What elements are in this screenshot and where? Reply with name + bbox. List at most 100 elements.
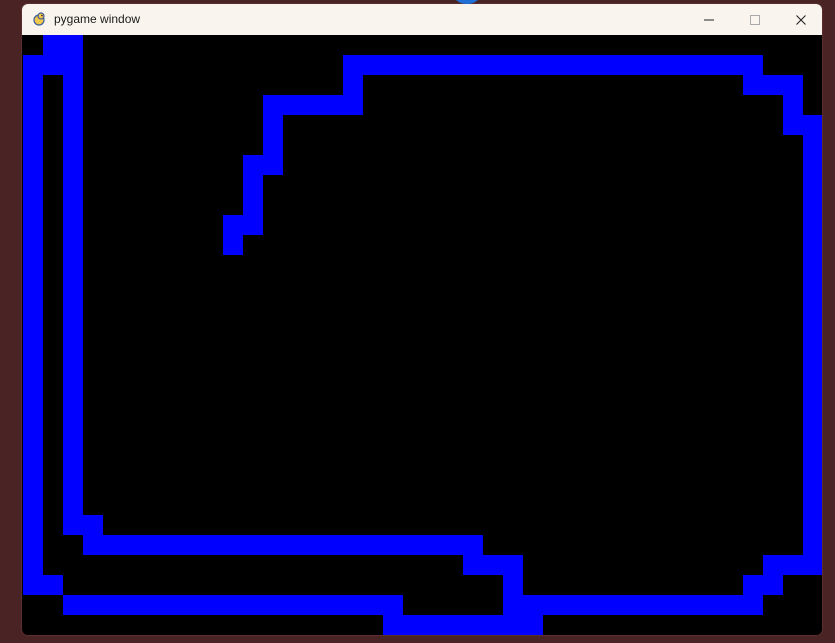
snake-segment (163, 535, 183, 555)
snake-segment (23, 255, 43, 275)
snake-segment (63, 175, 83, 195)
snake-segment (403, 535, 423, 555)
minimize-icon (704, 19, 714, 20)
snake-segment (23, 335, 43, 355)
snake-segment (803, 475, 822, 495)
game-canvas[interactable] (23, 35, 822, 635)
close-icon (796, 14, 806, 25)
snake-segment (283, 95, 303, 115)
snake-segment (723, 55, 743, 75)
snake-segment (223, 235, 243, 255)
snake-segment (723, 595, 743, 615)
pygame-window: pygame window (22, 4, 822, 635)
snake-segment (263, 115, 283, 135)
snake-segment (523, 55, 543, 75)
snake-segment (343, 55, 363, 75)
snake-segment (103, 595, 123, 615)
snake-segment (783, 555, 803, 575)
snake-segment (183, 595, 203, 615)
snake-segment (503, 555, 523, 575)
snake-segment (23, 475, 43, 495)
snake-segment (223, 215, 243, 235)
snake-segment (283, 535, 303, 555)
snake-segment (183, 535, 203, 555)
snake-segment (743, 575, 763, 595)
snake-segment (803, 295, 822, 315)
snake-segment (43, 55, 63, 75)
snake-segment (23, 95, 43, 115)
snake-segment (523, 615, 543, 635)
snake-segment (703, 55, 723, 75)
minimize-button[interactable] (686, 4, 732, 35)
snake-segment (803, 375, 822, 395)
snake-segment (163, 595, 183, 615)
snake-segment (23, 215, 43, 235)
snake-segment (23, 495, 43, 515)
snake-segment (803, 435, 822, 455)
snake-segment (583, 55, 603, 75)
snake-segment (803, 455, 822, 475)
snake-segment (603, 55, 623, 75)
snake-segment (23, 275, 43, 295)
snake-segment (603, 595, 623, 615)
snake-segment (783, 115, 803, 135)
snake-segment (43, 575, 63, 595)
snake-segment (803, 555, 822, 575)
snake-segment (23, 55, 43, 75)
snake-segment (423, 535, 443, 555)
snake-segment (303, 95, 323, 115)
snake-segment (563, 595, 583, 615)
snake-segment (343, 95, 363, 115)
snake-segment (363, 55, 383, 75)
snake-segment (803, 335, 822, 355)
snake-segment (263, 155, 283, 175)
close-button[interactable] (778, 4, 822, 35)
snake-segment (243, 535, 263, 555)
snake-segment (203, 595, 223, 615)
snake-segment (803, 255, 822, 275)
snake-segment (243, 215, 263, 235)
snake-segment (23, 315, 43, 335)
snake-segment (343, 75, 363, 95)
snake-segment (803, 315, 822, 335)
snake-segment (363, 535, 383, 555)
snake-segment (443, 615, 463, 635)
snake-segment (443, 535, 463, 555)
snake-segment (663, 55, 683, 75)
snake-segment (23, 515, 43, 535)
snake-segment (23, 415, 43, 435)
title-bar[interactable]: pygame window (22, 4, 822, 35)
snake-segment (23, 535, 43, 555)
snake-segment (63, 55, 83, 75)
snake-segment (63, 475, 83, 495)
snake-segment (683, 595, 703, 615)
snake-segment (63, 135, 83, 155)
snake-segment (23, 455, 43, 475)
snake-segment (783, 75, 803, 95)
snake-segment (23, 135, 43, 155)
snake-segment (803, 395, 822, 415)
snake-segment (63, 375, 83, 395)
snake-segment (683, 55, 703, 75)
snake-segment (803, 355, 822, 375)
snake-segment (643, 55, 663, 75)
snake-segment (423, 615, 443, 635)
snake-segment (63, 95, 83, 115)
snake-segment (323, 595, 343, 615)
snake-segment (763, 555, 783, 575)
snake-segment (203, 535, 223, 555)
snake-segment (543, 595, 563, 615)
snake-segment (443, 55, 463, 75)
snake-segment (383, 595, 403, 615)
snake-segment (343, 595, 363, 615)
snake-segment (63, 115, 83, 135)
snake-segment (63, 235, 83, 255)
snake-segment (23, 75, 43, 95)
snake-segment (23, 115, 43, 135)
maximize-icon (750, 14, 760, 25)
snake-segment (243, 155, 263, 175)
snake-segment (243, 595, 263, 615)
snake-segment (23, 155, 43, 175)
snake-segment (63, 595, 83, 615)
maximize-button[interactable] (732, 4, 778, 35)
